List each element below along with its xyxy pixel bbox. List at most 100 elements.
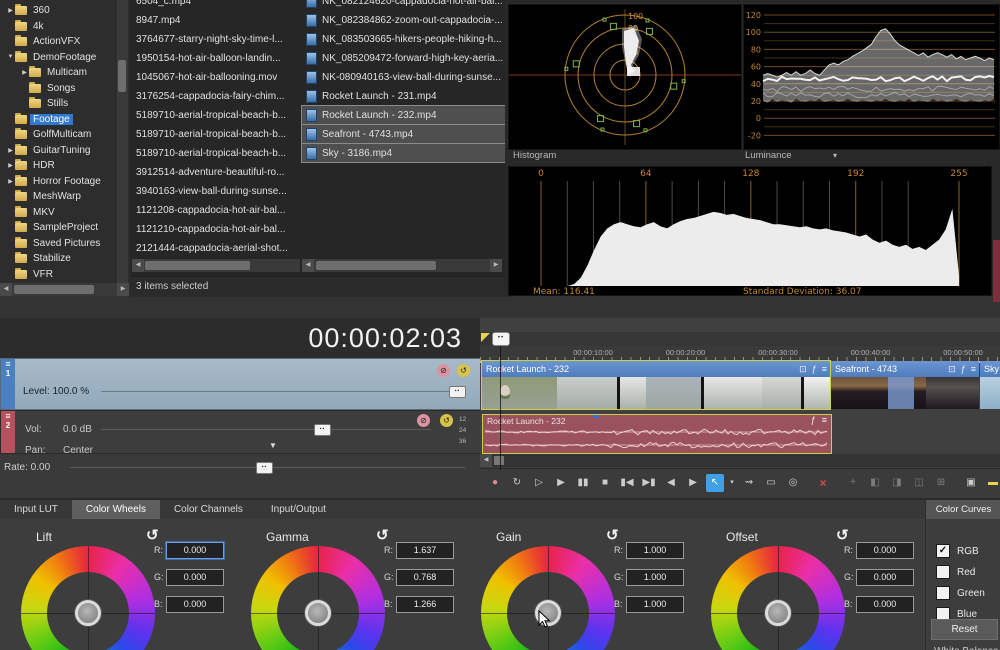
tree-item-songs[interactable]: Songs <box>0 81 136 96</box>
expand-icon[interactable]: ▶ <box>20 69 29 76</box>
tree-item-stabilize[interactable]: Stabilize <box>0 251 122 266</box>
tree-item-demofootage[interactable]: ▼DemoFootage <box>0 50 122 65</box>
tree-item-mkv[interactable]: MKV <box>0 205 122 220</box>
offset-b-value-field[interactable]: 0.000 <box>856 596 914 613</box>
file-item[interactable]: 3764677-starry-night-sky-time-l... <box>136 30 300 48</box>
trim-end-icon[interactable]: ◨ <box>888 474 906 492</box>
level-slider[interactable] <box>101 391 464 392</box>
solo-icon[interactable]: ↺ <box>440 414 453 427</box>
previous-frame-icon[interactable]: ◀ <box>662 474 680 492</box>
file-item[interactable]: Rocket Launch - 232.mp4 <box>302 106 505 124</box>
file-item[interactable]: NK_083503665-hikers-people-hiking-h... <box>302 30 505 48</box>
tree-item-footage[interactable]: Footage <box>0 112 122 127</box>
audio-clip-rocket[interactable]: Rocket Launch - 232 ƒ≡ <box>482 414 832 454</box>
color-curves-header[interactable]: Color Curves <box>926 500 1000 519</box>
clip-menu-icon[interactable]: ≡ <box>822 364 827 374</box>
envelope-point[interactable] <box>593 415 599 418</box>
expand-icon[interactable]: ▶ <box>6 178 15 185</box>
snap-toggle-icon[interactable]: ⊞ <box>932 474 950 492</box>
video-clip-sky[interactable]: Sky - <box>980 361 1000 409</box>
crossfade-region[interactable] <box>888 377 914 409</box>
expand-icon[interactable]: ▶ <box>6 147 15 154</box>
selection-edit-tool-icon[interactable]: ▭ <box>762 474 780 492</box>
file-item[interactable]: Rocket Launch - 231.mp4 <box>302 87 505 105</box>
channel-row-red[interactable]: Red <box>936 565 975 579</box>
chevron-down-icon[interactable]: ▾ <box>833 151 837 160</box>
rate-slider-handle[interactable]: ▪▪ <box>256 462 273 474</box>
tree-vertical-scrollbar[interactable] <box>117 0 128 283</box>
expand-icon[interactable]: ▶ <box>6 7 15 14</box>
playhead-line[interactable] <box>500 346 501 470</box>
tree-item-meshwarp[interactable]: MeshWarp <box>0 189 122 204</box>
video-clip-rocket[interactable]: Rocket Launch - 232 ⊡ƒ≡ <box>482 361 830 409</box>
channel-row-green[interactable]: Green <box>936 586 985 600</box>
tree-item-horror-footage[interactable]: ▶Horror Footage <box>0 174 122 189</box>
file-item[interactable]: 6504_c.mp4 <box>136 0 300 10</box>
tree-item-vfr[interactable]: VFR <box>0 267 122 282</box>
vol-slider-handle[interactable]: ▪▪ <box>314 424 331 436</box>
checkbox-rgb[interactable]: ✓ <box>936 544 950 558</box>
clip-menu-icon[interactable]: ≡ <box>971 364 976 374</box>
vol-slider[interactable] <box>101 429 431 430</box>
files-hscroll-2[interactable]: ◀ ▶ <box>302 259 502 272</box>
collapse-icon[interactable]: ▼ <box>6 54 15 60</box>
scroll-left-icon[interactable]: ◀ <box>302 259 314 272</box>
file-item[interactable]: 5189710-aerial-tropical-beach-b... <box>136 125 300 143</box>
file-item[interactable]: 1121210-cappadocia-hot-air-bal... <box>136 220 300 238</box>
pan-crop-icon[interactable]: ⊡ <box>948 364 956 375</box>
reset-wheel-icon[interactable]: ↺ <box>606 526 619 544</box>
reset-wheel-icon[interactable]: ↺ <box>146 526 159 544</box>
tree-item-guitartuning[interactable]: ▶GuitarTuning <box>0 143 122 158</box>
tree-item-multicam[interactable]: ▶Multicam <box>0 65 136 80</box>
tree-item-stills[interactable]: Stills <box>0 96 136 111</box>
tree-item-actionvfx[interactable]: ActionVFX <box>0 34 122 49</box>
offset-r-value-field[interactable]: 0.000 <box>856 542 914 559</box>
file-item[interactable]: 3912514-adventure-beautiful-ro... <box>136 163 300 181</box>
file-item[interactable]: NK_082124620-cappadocia-hot-air-bal... <box>302 0 505 10</box>
tab-color-wheels[interactable]: Color Wheels <box>72 500 160 519</box>
tree-hscroll-thumb[interactable] <box>14 285 94 294</box>
file-item[interactable]: 1121208-cappadocia-hot-air-bal... <box>136 201 300 219</box>
scroll-right-icon[interactable]: ▶ <box>490 259 502 272</box>
audio-track-strip[interactable]: ≡ 2 <box>1 411 15 453</box>
checkbox-red[interactable] <box>936 565 950 579</box>
tree-item-4k[interactable]: 4k <box>0 19 122 34</box>
split-icon[interactable]: × <box>814 474 832 492</box>
tree-item-golfmulticam[interactable]: GolfMulticam <box>0 127 122 142</box>
track-menu-icon[interactable]: ≡ <box>1 359 15 369</box>
scroll-left-icon[interactable]: ◀ <box>132 259 144 272</box>
reset-wheel-icon[interactable]: ↺ <box>836 526 849 544</box>
gain-g-value-field[interactable]: 1.000 <box>626 569 684 586</box>
lift-r-value-field[interactable]: 0.000 <box>166 542 224 559</box>
expand-icon[interactable]: ▶ <box>6 162 15 169</box>
scroll-left-icon[interactable]: ◀ <box>0 283 12 296</box>
tree-item-sampleproject[interactable]: SampleProject <box>0 220 122 235</box>
marker-flag-icon[interactable] <box>481 333 490 342</box>
playhead-marker[interactable]: •• <box>492 332 510 346</box>
video-clip-seafront[interactable]: Seafront - 4743 ⊡ƒ≡ <box>831 361 979 409</box>
gamma-b-value-field[interactable]: 1.266 <box>396 596 454 613</box>
zoom-edit-tool-icon[interactable]: ◎ <box>784 474 802 492</box>
scroll-right-icon[interactable]: ▶ <box>117 283 129 296</box>
fx-icon[interactable]: ƒ <box>812 364 817 374</box>
play-icon[interactable]: ▶ <box>552 474 570 492</box>
file-item[interactable]: NK_082384862-zoom-out-cappadocia-... <box>302 11 505 29</box>
tree-item-saved-pictures[interactable]: Saved Pictures <box>0 236 122 251</box>
trim-start-icon[interactable]: ◧ <box>866 474 884 492</box>
file-item[interactable]: 1950154-hot-air-balloon-landin... <box>136 49 300 67</box>
tool-dropdown-icon[interactable]: ▾ <box>728 474 736 492</box>
lock-envelopes-icon[interactable]: ▣ <box>962 474 980 492</box>
tab-input-lut[interactable]: Input LUT <box>0 500 72 519</box>
file-item[interactable]: 5189710-aerial-tropical-beach-b... <box>136 144 300 162</box>
timeline-scroll-thumb[interactable] <box>494 456 504 465</box>
pause-icon[interactable]: ▮▮ <box>574 474 592 492</box>
marker-note-icon[interactable]: ▬ <box>984 474 1000 492</box>
wheel-knob[interactable] <box>765 600 791 626</box>
mute-icon[interactable]: ⊘ <box>417 414 430 427</box>
marker-strip[interactable] <box>480 332 1000 346</box>
envelope-edit-tool-icon[interactable]: ⇝ <box>740 474 758 492</box>
video-track-header[interactable]: ≡ 1 Level: 100.0 % ▪▪ ⊘ ↺ <box>0 358 482 410</box>
tree-horizontal-scrollbar[interactable]: ◀ ▶ <box>0 283 129 296</box>
loop-playback-icon[interactable]: ↻ <box>508 474 526 492</box>
tab-input-output[interactable]: Input/Output <box>257 500 340 519</box>
